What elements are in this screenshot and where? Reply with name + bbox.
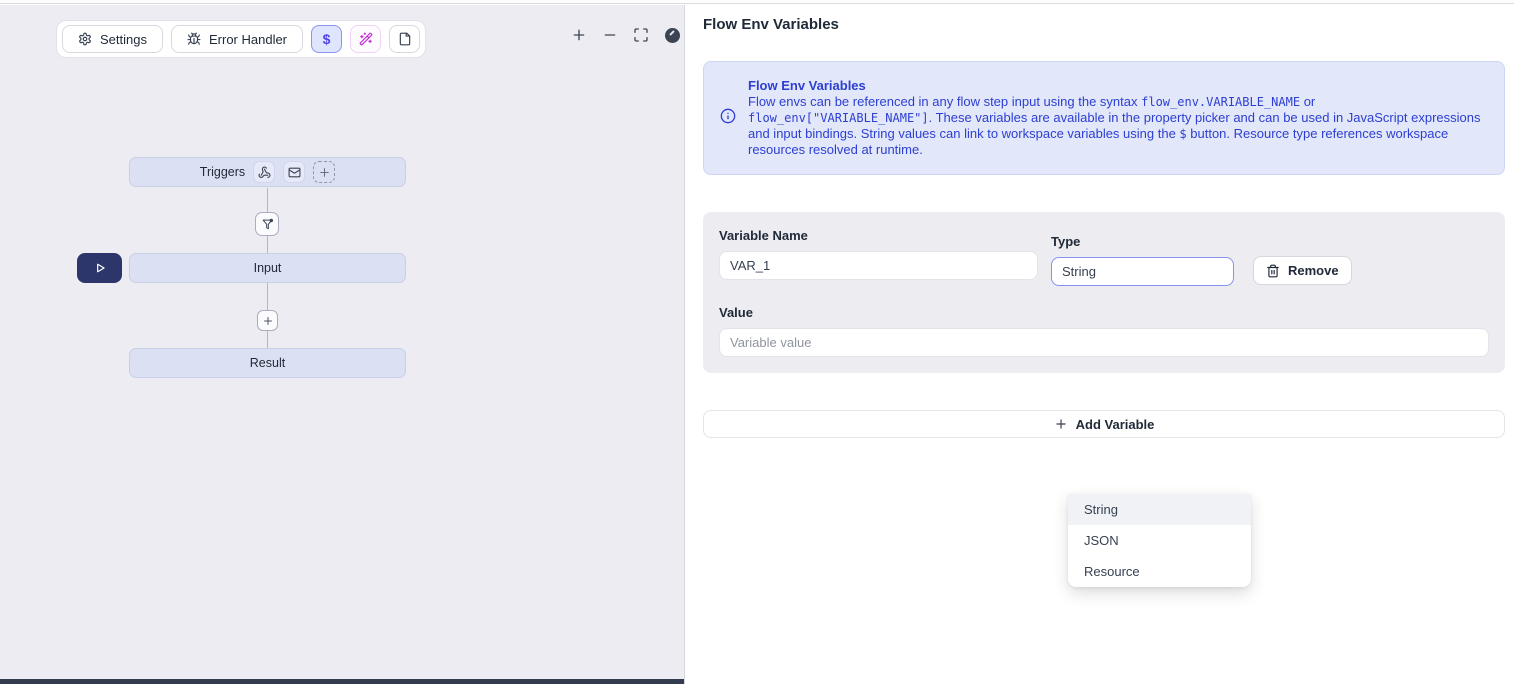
- run-flow-button[interactable]: [77, 253, 122, 283]
- canvas-bottom-bar: [0, 679, 684, 684]
- info-box-text: Flow Env Variables Flow envs can be refe…: [748, 78, 1488, 158]
- triggers-node-label: Triggers: [200, 165, 245, 179]
- flow-env-variables-panel: Flow Env Variables Flow Env Variables Fl…: [686, 5, 1514, 684]
- flow-toolbar: Settings Error Handler $: [56, 20, 426, 58]
- value-row: Value: [719, 305, 1489, 357]
- error-handler-label: Error Handler: [209, 32, 287, 47]
- variable-name-input[interactable]: [719, 251, 1038, 280]
- flow-node-triggers[interactable]: Triggers: [129, 157, 406, 187]
- type-option-json[interactable]: JSON: [1068, 525, 1251, 556]
- add-step-button[interactable]: [257, 310, 278, 331]
- info-box-description: Flow envs can be referenced in any flow …: [748, 94, 1488, 158]
- flow-env-variables-button[interactable]: $: [311, 25, 342, 53]
- variable-card: Variable Name Type Remove Value: [703, 212, 1505, 373]
- flow-env-bracket-syntax-code: flow_env["VARIABLE_NAME"]: [748, 111, 929, 125]
- flow-node-input[interactable]: Input: [129, 253, 406, 283]
- dollar-icon: $: [323, 31, 331, 47]
- variable-name-label: Variable Name: [719, 228, 1038, 243]
- type-dropdown: String JSON Resource: [1068, 494, 1251, 587]
- bug-icon: [187, 32, 201, 46]
- gear-icon: [78, 32, 92, 46]
- webhook-icon: [258, 166, 271, 179]
- magic-wand-icon: [359, 32, 373, 46]
- variable-value-input[interactable]: [719, 328, 1489, 357]
- variable-row: Variable Name Type Remove: [719, 228, 1489, 286]
- mail-icon: [288, 166, 301, 179]
- dollar-code: $: [1179, 127, 1186, 141]
- info-box-title: Flow Env Variables: [748, 78, 1488, 94]
- canvas-zoom-controls: [570, 26, 681, 44]
- minus-icon: [602, 27, 618, 43]
- remove-variable-button[interactable]: Remove: [1253, 256, 1352, 285]
- info-box: Flow Env Variables Flow envs can be refe…: [703, 61, 1505, 175]
- type-option-resource[interactable]: Resource: [1068, 556, 1251, 587]
- error-handler-button[interactable]: Error Handler: [171, 25, 303, 53]
- type-select[interactable]: [1051, 257, 1234, 286]
- value-label: Value: [719, 305, 1489, 320]
- info-icon: [720, 108, 736, 129]
- flow-env-syntax-code: flow_env.VARIABLE_NAME: [1141, 95, 1300, 109]
- add-variable-button[interactable]: Add Variable: [703, 410, 1505, 438]
- plus-icon: [262, 315, 274, 327]
- remove-label: Remove: [1288, 263, 1339, 278]
- flow-node-result[interactable]: Result: [129, 348, 406, 378]
- dark-circle-icon: [665, 28, 680, 43]
- type-label: Type: [1051, 234, 1234, 249]
- input-node-label: Input: [254, 261, 282, 275]
- maximize-icon: [633, 27, 649, 43]
- add-variable-label: Add Variable: [1076, 417, 1155, 432]
- top-border: [0, 0, 1514, 4]
- ai-wand-button[interactable]: [350, 25, 381, 53]
- fit-view-button[interactable]: [632, 26, 650, 44]
- email-trigger-button[interactable]: [283, 161, 305, 183]
- play-icon: [93, 261, 107, 275]
- settings-label: Settings: [100, 32, 147, 47]
- panel-title: Flow Env Variables: [703, 16, 1505, 33]
- add-trigger-button[interactable]: [313, 161, 335, 183]
- flow-editor-app: Settings Error Handler $: [0, 0, 1514, 684]
- zoom-out-button[interactable]: [601, 26, 619, 44]
- plus-icon: [318, 166, 331, 179]
- settings-button[interactable]: Settings: [62, 25, 163, 53]
- plus-icon: [1054, 417, 1068, 431]
- zoom-in-button[interactable]: [570, 26, 588, 44]
- result-node-label: Result: [250, 356, 285, 370]
- plus-icon: [571, 27, 587, 43]
- export-flow-button[interactable]: [389, 25, 420, 53]
- canvas-mode-toggle-button[interactable]: [663, 26, 681, 44]
- webhook-trigger-button[interactable]: [253, 161, 275, 183]
- filter-icon: [261, 218, 274, 231]
- trash-icon: [1266, 264, 1280, 278]
- type-option-string[interactable]: String: [1068, 494, 1251, 525]
- flow-canvas[interactable]: Settings Error Handler $: [0, 5, 685, 684]
- file-icon: [398, 32, 412, 46]
- preprocessor-filter-button[interactable]: [255, 212, 279, 236]
